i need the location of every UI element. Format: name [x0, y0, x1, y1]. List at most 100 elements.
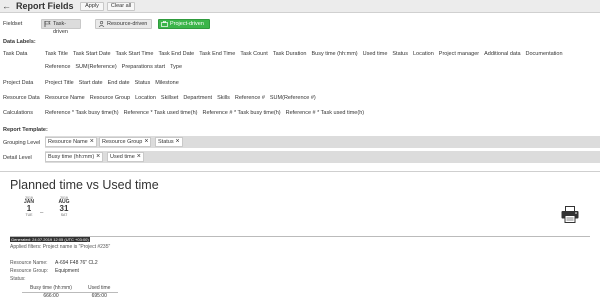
data-field-item[interactable]: Task Start Date	[73, 51, 111, 57]
data-field-item[interactable]: SUM(Reference)	[75, 64, 116, 70]
resource-data-label: Resource Data	[3, 95, 40, 101]
data-field-item[interactable]: Location	[135, 95, 156, 101]
grouping-level-label: Grouping Level	[3, 140, 41, 146]
data-field-item[interactable]: Task End Time	[199, 51, 235, 57]
data-field-item[interactable]: Reference * Task used time(h)	[124, 110, 198, 116]
apply-button[interactable]: Apply	[80, 2, 104, 11]
start-weekday: TUE	[25, 213, 33, 217]
data-field-item[interactable]: Task End Date	[158, 51, 194, 57]
data-field-item[interactable]: Project Title	[45, 80, 74, 86]
date-range-separator: –	[40, 210, 44, 216]
data-field-item[interactable]: Department	[183, 95, 212, 101]
close-icon[interactable]: ×	[174, 138, 182, 146]
data-field-item[interactable]: Reference # * Task used time(h)	[286, 110, 364, 116]
close-icon[interactable]: ×	[135, 153, 143, 161]
grouping-chip[interactable]: Resource Group ×	[99, 137, 152, 147]
calculations-label: Calculations	[3, 110, 33, 116]
table-row: 666:00 695:00	[22, 292, 118, 300]
data-field-item[interactable]: Milestone	[155, 80, 179, 86]
task-data-fields: Task Title Task Start Date Task Start Time…	[45, 51, 568, 57]
grouping-chip[interactable]: Resource Name ×	[45, 137, 97, 147]
table-cell: 666:00	[43, 293, 59, 300]
data-field-item[interactable]: Additional data	[484, 51, 520, 57]
resource-name-text: A-694 F48 76" CL2	[55, 260, 98, 266]
fieldset-task-driven-toggle[interactable]: Task-driven	[41, 19, 81, 35]
detail-level-dropzone[interactable]: Busy time (hh:mm) × Used time ×	[45, 151, 600, 163]
fieldset-option-label: Task-driven	[53, 21, 68, 35]
grouping-chip-label: Resource Group	[102, 139, 143, 145]
data-field-item[interactable]: Type	[170, 64, 182, 70]
fieldset-resource-driven-toggle[interactable]: Resource-driven	[95, 19, 152, 29]
data-field-item[interactable]: Resource Name	[45, 95, 85, 101]
column-header: Busy time (hh:mm)	[22, 285, 80, 293]
report-header-rule	[10, 236, 590, 237]
detail-level-label: Detail Level	[3, 155, 32, 161]
person-icon	[98, 21, 105, 28]
data-field-item[interactable]: Reference # * Task busy time(h)	[202, 110, 280, 116]
detail-chip-label: Used time	[110, 154, 135, 160]
data-field-item[interactable]: Documentation	[526, 51, 563, 57]
applied-filters: Applied filters: Project name is "Projec…	[10, 244, 111, 250]
data-field-item[interactable]: Reference	[45, 64, 70, 70]
data-field-item[interactable]: Status	[135, 80, 151, 86]
data-field-item[interactable]: Task Start Time	[116, 51, 154, 57]
grouping-chip[interactable]: Status ×	[155, 137, 183, 147]
data-field-item[interactable]: Skills	[217, 95, 230, 101]
data-field-item[interactable]: Used time	[363, 51, 388, 57]
generated-timestamp: Generated: 24.07.2019 12:05 (UTC +03:00)	[10, 237, 90, 242]
calculations-fields: Reference * Task busy time(h) Reference *…	[45, 110, 369, 116]
data-labels-heading: Data Labels:	[3, 39, 36, 45]
data-field-item[interactable]: Reference #	[235, 95, 265, 101]
page-title: Report Fields	[16, 1, 74, 11]
task-data-fields-more: Reference SUM(Reference) Preparations star…	[45, 64, 187, 70]
clear-all-button[interactable]: Clear all	[107, 2, 135, 11]
data-field-item[interactable]: SUM(Reference #)	[270, 95, 316, 101]
data-field-item[interactable]: Busy time (hh:mm)	[311, 51, 357, 57]
task-data-label: Task Data	[3, 51, 28, 57]
data-field-item[interactable]: Start date	[79, 80, 103, 86]
resource-group-text: Equipment	[55, 268, 79, 274]
detail-chip[interactable]: Busy time (hh:mm) ×	[45, 152, 104, 162]
end-day: 31	[59, 204, 69, 213]
close-icon[interactable]: ×	[94, 153, 102, 161]
flag-icon	[44, 21, 51, 27]
detail-chip[interactable]: Used time ×	[107, 152, 144, 162]
project-data-label: Project Data	[3, 80, 34, 86]
printer-icon[interactable]	[561, 206, 579, 223]
resource-data-fields: Resource Name Resource Group Location Skill…	[45, 95, 321, 101]
data-field-item[interactable]: Task Title	[45, 51, 68, 57]
column-header: Used time	[79, 285, 119, 293]
fieldset-project-driven-toggle[interactable]: Project-driven	[158, 19, 210, 29]
data-field-item[interactable]: Skillset	[161, 95, 178, 101]
close-icon[interactable]: ×	[88, 138, 96, 146]
report-end-date: 2019 AUG 31 SAT	[55, 196, 73, 217]
fieldset-option-label: Project-driven	[170, 21, 204, 27]
report-template-heading: Report Template:	[3, 127, 48, 133]
report-table: Busy time (hh:mm) Used time 666:00 695:0…	[22, 285, 119, 300]
data-field-item[interactable]: End date	[108, 80, 130, 86]
status-label: Status:	[10, 276, 26, 282]
data-field-item[interactable]: Task Count	[240, 51, 268, 57]
close-icon[interactable]: ×	[142, 138, 150, 146]
grouping-chip-label: Status	[158, 139, 174, 145]
project-data-fields: Project Title Start date End date Status Mil…	[45, 80, 184, 86]
resource-group-value: Equipment	[55, 268, 79, 274]
data-field-item[interactable]: Reference * Task busy time(h)	[45, 110, 119, 116]
data-field-item[interactable]: Status	[392, 51, 408, 57]
end-weekday: SAT	[60, 213, 68, 217]
data-field-item[interactable]: Task Duration	[273, 51, 307, 57]
resource-name-label: Resource Name:	[10, 260, 48, 266]
back-arrow-icon[interactable]: ←	[2, 1, 12, 12]
report-title: Planned time vs Used time	[10, 178, 159, 192]
data-field-item[interactable]: Project manager	[439, 51, 479, 57]
resource-name-value: A-694 F48 76" CL2	[55, 260, 98, 266]
report-start-date: 2019 JAN 1 TUE	[20, 196, 38, 217]
data-field-item[interactable]: Resource Group	[90, 95, 130, 101]
data-field-item[interactable]: Location	[413, 51, 434, 57]
grouping-level-dropzone[interactable]: Resource Name × Resource Group × Status ×	[45, 136, 600, 148]
fieldset-label: Fieldset	[3, 21, 23, 27]
data-field-item[interactable]: Preparations start	[122, 64, 165, 70]
table-cell: 695:00	[91, 293, 107, 300]
fieldset-option-label: Resource-driven	[107, 21, 148, 27]
section-divider	[0, 171, 600, 172]
